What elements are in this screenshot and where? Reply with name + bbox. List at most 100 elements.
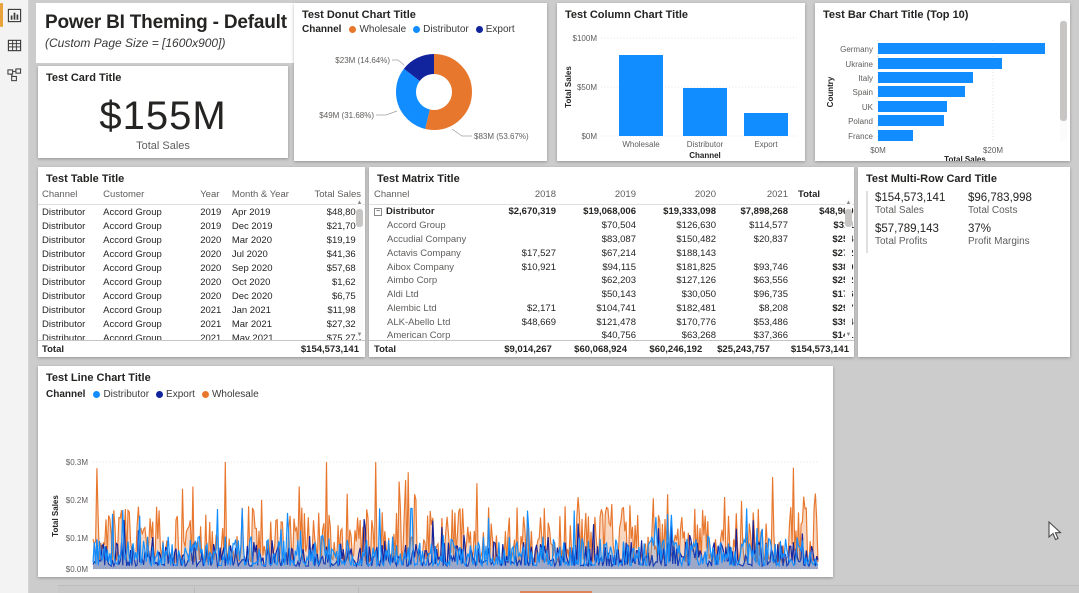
matrix-row[interactable]: American Corp$40,756$63,268$37,366$141,3…: [369, 329, 854, 340]
table-cell: Mar 2020: [231, 234, 272, 246]
table-cell: Distributor: [42, 290, 86, 302]
matrix-col-2020[interactable]: 2020: [641, 188, 721, 205]
matrix-row[interactable]: Aldi Ltd$50,143$30,050$96,735$176,927: [369, 288, 854, 302]
bar-uk[interactable]: [878, 101, 947, 112]
scrollbar-thumb[interactable]: [1060, 21, 1067, 121]
bar-ukraine[interactable]: [878, 58, 1002, 69]
matrix-row[interactable]: ALK-Abello Ltd $48,669 $121,478 $170,776 $53…: [369, 315, 854, 329]
legend-label-wholesale: Wholesale: [211, 389, 259, 400]
table-visual[interactable]: Test Table Title Channel Customer Year M…: [38, 167, 365, 357]
matrix-visual[interactable]: Test Matrix Title Channel 2018 2019 2020…: [369, 167, 854, 357]
card-visual-title: Test Card Title: [46, 72, 122, 84]
table-col-total-sales[interactable]: Total Sales: [295, 188, 365, 205]
donut-plot-area[interactable]: $23M (14.64%) $49M (31.68%) $83M (53.67%…: [294, 35, 547, 153]
matrix-cell: $10,921: [521, 261, 556, 273]
matrix-col-2021[interactable]: 2021: [721, 188, 793, 205]
bar-chart-scrollbar[interactable]: [1060, 19, 1067, 141]
legend-item-export[interactable]: Export: [156, 389, 195, 400]
donut-chart-visual[interactable]: Test Donut Chart Title Channel Wholesale…: [294, 3, 547, 161]
table-row[interactable]: Distributor Accord Group 2020 Jul 2020 $41,3…: [38, 247, 365, 261]
matrix-col-2019[interactable]: 2019: [561, 188, 641, 205]
table-cell: $27,323: [326, 318, 361, 330]
column-bar-wholesale[interactable]: [619, 55, 663, 136]
table-row[interactable]: Distributor Accord Group 2019 Dec 2019 $21,7…: [38, 219, 365, 233]
matrix-row[interactable]: Alembic Ltd $2,171 $104,741 $182,481 $8,208 $…: [369, 301, 854, 315]
bar-italy[interactable]: [878, 72, 973, 83]
matrix-scroll-region[interactable]: Channel 2018 2019 2020 2021 Total − Distr…: [369, 188, 854, 340]
multi-row-card-visual[interactable]: Test Multi-Row Card Title $154,573,141 T…: [858, 167, 1070, 357]
scrollbar-thumb[interactable]: [356, 209, 363, 227]
matrix-cell: $7,898,268: [740, 206, 788, 218]
scrollbar-thumb[interactable]: [845, 209, 852, 227]
multi-row-card-grid: $154,573,141 Total Sales $57,789,143 Tot…: [858, 188, 1070, 253]
column-chart-visual[interactable]: Test Column Chart Title $100M $50M $0M T…: [557, 3, 805, 161]
multi-row-item-total-profits[interactable]: $57,789,143 Total Profits: [866, 222, 968, 253]
matrix-grid[interactable]: Channel 2018 2019 2020 2021 Total − Distr…: [369, 188, 854, 340]
report-canvas[interactable]: Power BI Theming - Default (Custom Page …: [29, 0, 1079, 593]
table-row[interactable]: Distributor Accord Group 2020 Sep 2020 $57,6…: [38, 261, 365, 275]
table-scroll-region[interactable]: Channel Customer Year Month & Year Total…: [38, 188, 365, 340]
matrix-row-header: Aimbo Corp: [387, 275, 438, 287]
table-row[interactable]: Distributor Accord Group 2021 Mar 2021 $27,3…: [38, 317, 365, 331]
matrix-row[interactable]: Accord Group$70,504$126,630$114,577$311,…: [369, 219, 854, 233]
matrix-row[interactable]: Accudial Company $83,087 $150,482 $20,837 $2…: [369, 233, 854, 247]
card-visual[interactable]: Test Card Title $155M Total Sales: [38, 66, 288, 158]
line-chart-svg[interactable]: $0.3M $0.2M $0.1M $0.0M Total Sales: [38, 400, 833, 577]
line-chart-visual[interactable]: Test Line Chart Title Channel Distributo…: [38, 366, 833, 577]
multi-row-item-profit-margins[interactable]: 37% Profit Margins: [968, 222, 1070, 253]
table-scrollbar[interactable]: ▲ ▼: [356, 199, 363, 339]
rail-item-data-view[interactable]: [0, 30, 29, 60]
bar-spain[interactable]: [878, 86, 965, 97]
bar-france[interactable]: [878, 130, 913, 141]
matrix-col-2018[interactable]: 2018: [489, 188, 561, 205]
matrix-row-header[interactable]: − Distributor: [369, 205, 489, 219]
rail-item-report-view[interactable]: [0, 0, 29, 30]
page-title-textbox[interactable]: Power BI Theming - Default (Custom Page …: [36, 3, 294, 63]
table-row[interactable]: Distributor Accord Group 2019 Apr 2019 $48,8…: [38, 205, 365, 220]
matrix-cell: $127,126: [676, 275, 716, 287]
column-bar-distributor[interactable]: [683, 88, 727, 136]
multi-row-item-total-costs[interactable]: $96,783,998 Total Costs: [968, 191, 1070, 222]
matrix-row[interactable]: Aibox Company $10,921 $94,115 $181,825 $93,7…: [369, 260, 854, 274]
page-tab-strip[interactable]: [58, 585, 1079, 593]
legend-item-wholesale[interactable]: Wholesale: [201, 389, 259, 400]
multi-row-item-total-sales[interactable]: $154,573,141 Total Sales: [866, 191, 968, 222]
legend-item-export[interactable]: Export: [475, 24, 515, 35]
table-row[interactable]: Distributor Accord Group 2020 Oct 2020 $1,62…: [38, 275, 365, 289]
table-col-customer[interactable]: Customer: [99, 188, 197, 205]
donut-leader-export: [392, 59, 405, 66]
table-row[interactable]: Distributor Accord Group 2020 Dec 2020 $6,75…: [38, 289, 365, 303]
matrix-scrollbar[interactable]: ▲ ▼: [845, 199, 852, 339]
column-bar-export[interactable]: [744, 113, 788, 136]
bar-chart-visual[interactable]: Test Bar Chart Title (Top 10) Germany Uk…: [815, 3, 1070, 161]
matrix-col-channel[interactable]: Channel: [369, 188, 489, 205]
bar-x-axis-title: Total Sales: [944, 155, 986, 161]
ytick-germany: Germany: [840, 45, 873, 54]
collapse-expander-icon[interactable]: −: [374, 207, 382, 216]
table-row[interactable]: Distributor Accord Group 2020 Mar 2020 $19,1…: [38, 233, 365, 247]
column-chart-svg[interactable]: $100M $50M $0M Total Sales Wholesale Dis…: [557, 24, 805, 161]
legend-item-distributor[interactable]: Distributor: [93, 389, 149, 400]
table-grid[interactable]: Channel Customer Year Month & Year Total…: [38, 188, 365, 340]
matrix-row[interactable]: Actavis Company $17,527 $67,214 $188,143 $27…: [369, 246, 854, 260]
table-col-channel[interactable]: Channel: [38, 188, 100, 205]
table-row[interactable]: Distributor Accord Group 2021 Jan 2021 $11,9…: [38, 303, 365, 317]
legend-item-wholesale[interactable]: Wholesale: [349, 24, 406, 35]
table-header-row[interactable]: Channel Customer Year Month & Year Total…: [38, 188, 365, 205]
matrix-header-row[interactable]: Channel 2018 2019 2020 2021 Total: [369, 188, 854, 205]
donut-legend[interactable]: Channel Wholesale Distributor Export: [294, 24, 547, 35]
rail-item-model-view[interactable]: [0, 60, 29, 90]
table-row[interactable]: Distributor Accord Group 2021 May 2021 $75,2…: [38, 331, 365, 341]
matrix-row-header: Actavis Company: [387, 247, 461, 259]
bar-germany[interactable]: [878, 43, 1045, 54]
bar-poland[interactable]: [878, 115, 944, 126]
matrix-row[interactable]: Aimbo Corp$62,203$127,126$63,556$252,885: [369, 274, 854, 288]
legend-item-distributor[interactable]: Distributor: [413, 24, 469, 35]
table-cell: $75,275: [326, 332, 361, 341]
bar-chart-svg[interactable]: Germany Ukraine Italy Spain UK Poland Fr…: [815, 24, 1070, 161]
table-col-year[interactable]: Year: [196, 188, 228, 205]
matrix-parent-row[interactable]: − Distributor $2,670,319 $19,068,006 $19,333…: [369, 205, 854, 219]
line-legend[interactable]: Channel Distributor Export Wholesale: [38, 389, 833, 400]
table-col-month-year[interactable]: Month & Year: [227, 188, 296, 205]
bar-chart-bars[interactable]: [878, 43, 1045, 141]
